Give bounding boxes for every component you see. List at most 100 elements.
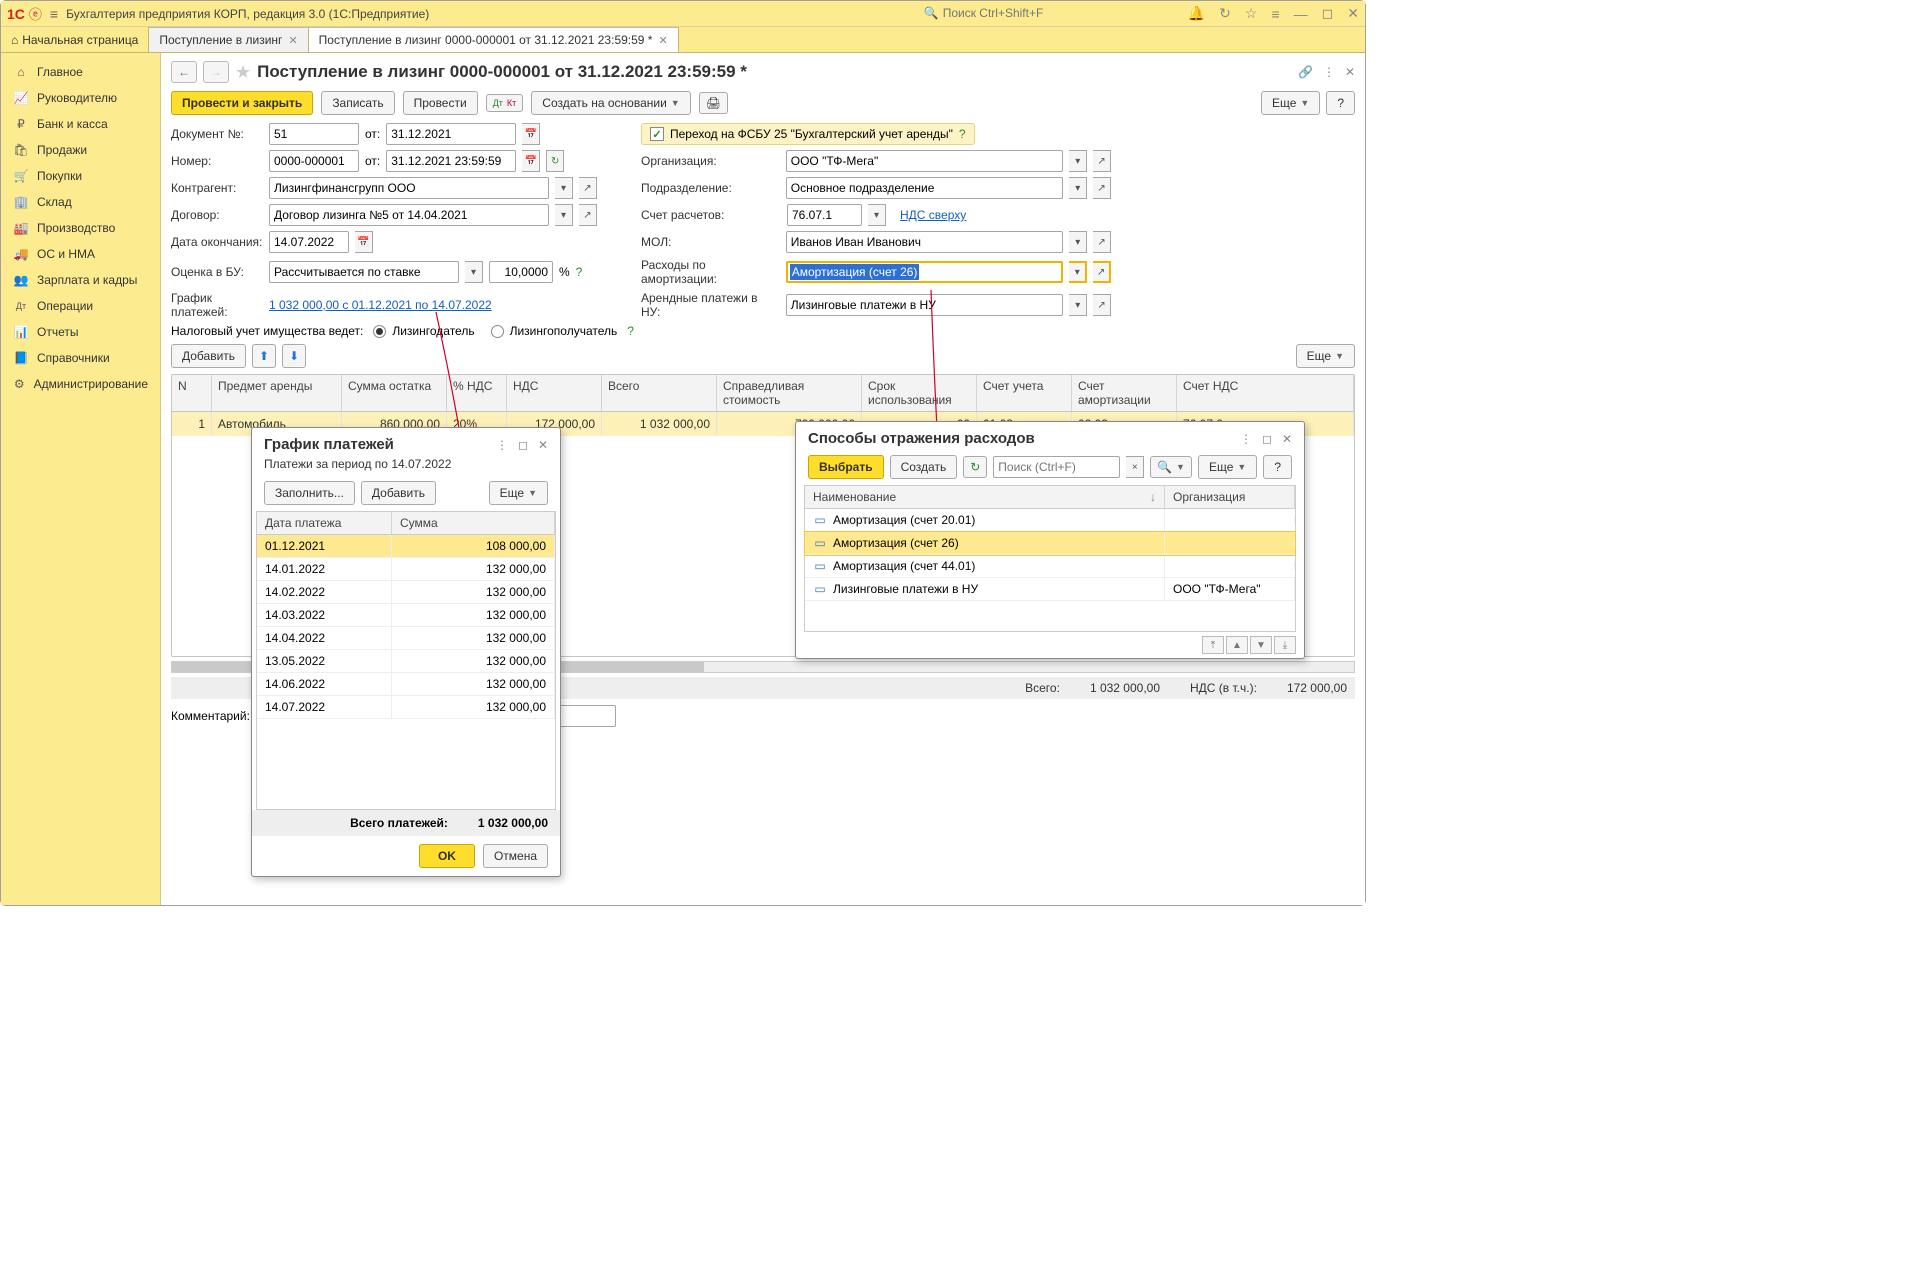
link-icon[interactable]: 🔗: [1298, 65, 1313, 79]
cancel-button[interactable]: Отмена: [483, 844, 548, 868]
maximize-icon[interactable]: ◻: [1262, 432, 1272, 446]
division-input[interactable]: Основное подразделение: [786, 177, 1064, 199]
table-row[interactable]: 14.03.2022132 000,00: [257, 604, 555, 627]
calendar-icon[interactable]: 📅: [522, 123, 540, 145]
table-row[interactable]: 01.12.2021108 000,00: [257, 535, 555, 558]
vat-link[interactable]: НДС сверху: [900, 208, 966, 222]
help-button[interactable]: ?: [1326, 91, 1355, 115]
th-name[interactable]: Наименование↓: [805, 486, 1165, 508]
dropdown-icon[interactable]: ▾: [555, 204, 573, 226]
list-item[interactable]: ▭Лизинговые платежи в НУООО "ТФ-Мега": [805, 578, 1295, 601]
nav-back-button[interactable]: ←: [171, 61, 197, 83]
doc-date-input[interactable]: 31.12.2021: [386, 123, 516, 145]
th-org[interactable]: Организация: [1165, 486, 1295, 508]
sidebar-item-reports[interactable]: 📊Отчеты: [1, 319, 160, 345]
save-button[interactable]: Записать: [321, 91, 394, 115]
sidebar-item-catalogs[interactable]: 📘Справочники: [1, 345, 160, 371]
close-icon[interactable]: ✕: [1347, 5, 1359, 22]
rate-input[interactable]: 10,0000: [489, 261, 553, 283]
main-menu-icon[interactable]: ≡: [50, 6, 58, 22]
nav-last-icon[interactable]: ⤓: [1274, 636, 1296, 654]
th-item[interactable]: Предмет аренды: [212, 375, 342, 411]
help-icon[interactable]: ?: [627, 324, 634, 338]
amort-input[interactable]: Амортизация (счет 26): [786, 261, 1064, 283]
th-acc[interactable]: Счет учета: [977, 375, 1072, 411]
th-n[interactable]: N: [172, 375, 212, 411]
sidebar-item-sales[interactable]: 🛍Продажи: [1, 137, 160, 163]
table-row[interactable]: 14.02.2022132 000,00: [257, 581, 555, 604]
close-doc-icon[interactable]: ✕: [1345, 65, 1355, 79]
help-button[interactable]: ?: [1263, 455, 1292, 479]
global-search-input[interactable]: [943, 6, 1163, 20]
table-row[interactable]: 14.04.2022132 000,00: [257, 627, 555, 650]
open-icon[interactable]: ↗: [1093, 294, 1111, 316]
nav-forward-button[interactable]: →: [203, 61, 229, 83]
ok-button[interactable]: OK: [419, 844, 475, 868]
rent-nu-input[interactable]: Лизинговые платежи в НУ: [786, 294, 1064, 316]
add-row-button[interactable]: Добавить: [171, 344, 246, 368]
create-button[interactable]: Создать: [890, 455, 958, 479]
open-icon[interactable]: ↗: [579, 204, 597, 226]
menu-dots-icon[interactable]: ⋮: [496, 438, 508, 452]
doc-no-input[interactable]: 51: [269, 123, 359, 145]
move-down-button[interactable]: ⬇: [282, 344, 306, 368]
tab-leasing-list[interactable]: Поступление в лизинг✕: [149, 27, 308, 52]
th-term[interactable]: Срок использования: [862, 375, 977, 411]
dropdown-icon[interactable]: ▾: [465, 261, 483, 283]
dtkt-button[interactable]: ДтКт: [486, 94, 524, 112]
number-input[interactable]: 0000-000001: [269, 150, 359, 172]
sidebar-item-admin[interactable]: ⚙Администрирование: [1, 371, 160, 397]
refresh-button[interactable]: ↻: [963, 456, 987, 478]
sidebar-item-purchases[interactable]: 🛒Покупки: [1, 163, 160, 189]
star-icon[interactable]: ☆: [1245, 5, 1258, 22]
move-up-button[interactable]: ⬆: [252, 344, 276, 368]
open-icon[interactable]: ↗: [579, 177, 597, 199]
more-button[interactable]: Еще▼: [1261, 91, 1320, 115]
end-date-input[interactable]: 14.07.2022: [269, 231, 349, 253]
table-row[interactable]: 14.06.2022132 000,00: [257, 673, 555, 696]
lines-icon[interactable]: ≡: [1271, 6, 1279, 22]
th-vat[interactable]: НДС: [507, 375, 602, 411]
nav-up-icon[interactable]: ▲: [1226, 636, 1248, 654]
th-amort[interactable]: Счет амортизации: [1072, 375, 1177, 411]
th-date[interactable]: Дата платежа: [257, 512, 392, 534]
close-icon[interactable]: ✕: [538, 438, 548, 452]
dropdown-icon[interactable]: ▾: [1069, 231, 1087, 253]
minimize-icon[interactable]: —: [1294, 6, 1308, 22]
sidebar-item-main[interactable]: ⌂Главное: [1, 59, 160, 85]
datetime-input[interactable]: 31.12.2021 23:59:59: [386, 150, 516, 172]
maximize-icon[interactable]: ◻: [518, 438, 528, 452]
open-icon[interactable]: ↗: [1093, 231, 1111, 253]
table-row[interactable]: 14.01.2022132 000,00: [257, 558, 555, 581]
list-item[interactable]: ▭Амортизация (счет 26): [805, 532, 1295, 555]
select-button[interactable]: Выбрать: [808, 455, 884, 479]
close-icon[interactable]: ✕: [658, 34, 667, 47]
calendar-icon[interactable]: 📅: [355, 231, 373, 253]
sidebar-item-operations[interactable]: ДтОперации: [1, 293, 160, 319]
help-icon[interactable]: ?: [959, 127, 966, 141]
search-settings-button[interactable]: 🔍▼: [1150, 456, 1192, 478]
favorite-icon[interactable]: ★: [235, 62, 251, 83]
list-item[interactable]: ▭Амортизация (счет 44.01): [805, 555, 1295, 578]
th-vatpct[interactable]: % НДС: [447, 375, 507, 411]
add-button[interactable]: Добавить: [361, 481, 436, 505]
sidebar-item-assets[interactable]: 🚚ОС и НМА: [1, 241, 160, 267]
tab-home[interactable]: ⌂Начальная страница: [1, 27, 149, 52]
table-row[interactable]: 14.07.2022132 000,00: [257, 696, 555, 719]
dropdown-icon[interactable]: ▾: [1069, 294, 1087, 316]
list-item[interactable]: ▭Амортизация (счет 20.01): [805, 509, 1295, 532]
eval-input[interactable]: Рассчитывается по ставке: [269, 261, 459, 283]
print-button[interactable]: 🖨: [699, 92, 728, 114]
fill-button[interactable]: Заполнить...: [264, 481, 355, 505]
th-vatacc[interactable]: Счет НДС: [1177, 375, 1354, 411]
calendar-icon[interactable]: 📅: [522, 150, 540, 172]
fsbu-checkbox[interactable]: ✓: [650, 127, 664, 141]
nav-down-icon[interactable]: ▼: [1250, 636, 1272, 654]
menu-dots-icon[interactable]: ⋮: [1240, 432, 1252, 446]
sidebar-item-bank[interactable]: ₽Банк и касса: [1, 111, 160, 137]
open-icon[interactable]: ↗: [1093, 261, 1111, 283]
org-input[interactable]: ООО "ТФ-Мега": [786, 150, 1064, 172]
mol-input[interactable]: Иванов Иван Иванович: [786, 231, 1064, 253]
close-icon[interactable]: ✕: [288, 34, 297, 47]
open-icon[interactable]: ↗: [1093, 177, 1111, 199]
